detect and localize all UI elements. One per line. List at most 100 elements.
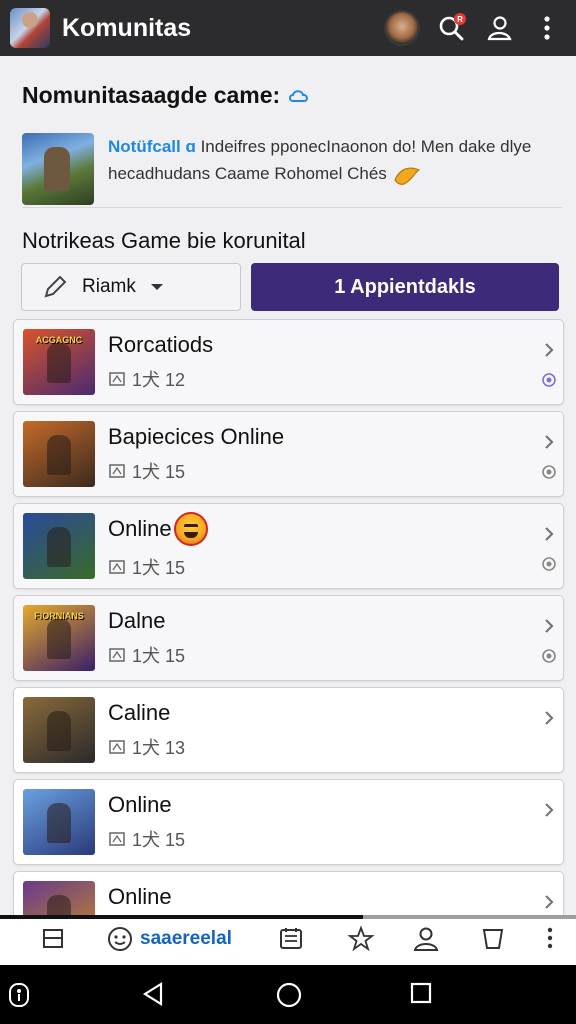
tag-icon [109, 560, 125, 574]
tag-icon [109, 648, 125, 662]
notification-heading: Nomunitasaagde came: [22, 82, 554, 109]
notification-section: Nomunitasaagde came: Notüfcall ɑ Indeifr… [0, 56, 576, 206]
game-title: Rorcatiods [108, 332, 213, 358]
notification-heading-text: Nomunitasaagde came: [22, 82, 281, 108]
game-meta: 1犬 15 [108, 554, 208, 580]
chevron-right-icon[interactable] [543, 618, 555, 639]
notification-badge: R [454, 13, 466, 25]
game-meta-text: 1犬 13 [132, 738, 186, 758]
notification-sender[interactable]: Notüfcall ɑ [108, 137, 196, 156]
notification-body: Notüfcall ɑ Indeifres pponecInaonon do! … [108, 133, 531, 205]
game-thumbnail [23, 421, 95, 487]
profile-avatar[interactable] [384, 10, 420, 46]
game-list-item[interactable]: Online 1犬 15 [13, 779, 564, 865]
game-meta-text: 1犬 15 [132, 462, 186, 482]
recents-button[interactable] [409, 981, 433, 1010]
chevron-right-icon[interactable] [543, 526, 555, 547]
notification-thumbnail [22, 133, 94, 205]
game-list-item[interactable]: FIORNIANS Dalne 1犬 15 [13, 595, 564, 681]
game-thumbnail: FIORNIANS [23, 605, 95, 671]
chevron-right-icon[interactable] [543, 710, 555, 731]
game-meta: 1犬 13 [108, 734, 185, 760]
game-list-item[interactable]: Bapiecices Online 1犬 15 [13, 411, 564, 497]
nav-favorites-button[interactable] [347, 925, 375, 953]
game-thumbnail-text: ACGAGNC [35, 335, 83, 345]
appbar-actions: R [384, 10, 564, 46]
chevron-right-icon[interactable] [543, 342, 555, 363]
more-options-button[interactable] [530, 11, 564, 45]
game-title-text: Online [108, 516, 172, 541]
game-title-text: Online [108, 792, 172, 817]
game-thumbnail: ACGAGNC [23, 329, 95, 395]
game-meta-text: 1犬 15 [132, 558, 186, 578]
home-icon [276, 982, 302, 1008]
game-title-text: Dalne [108, 608, 166, 633]
eye-icon[interactable] [541, 372, 557, 393]
game-info: Online 1犬 15 [108, 512, 208, 580]
filter-dropdown[interactable]: Riamk [21, 263, 241, 311]
notification-text-2: hecadhudans Caame Rohomel Chés [108, 164, 387, 183]
eye-icon[interactable] [541, 464, 557, 485]
game-title: Online [108, 884, 185, 910]
nav-trash-button[interactable] [480, 925, 506, 951]
back-icon [142, 982, 163, 1006]
game-title-text: Online [108, 884, 172, 909]
wave-emoji-icon [393, 167, 420, 185]
tag-icon [109, 832, 125, 846]
game-list-item[interactable]: Online 1犬 15 [13, 503, 564, 589]
user-icon [413, 927, 439, 951]
nav-active-label: saaereelal [140, 928, 232, 949]
more-vert-icon [544, 16, 550, 40]
list-heading: Notrikeas Game bie korunital [22, 228, 306, 253]
nav-list-button[interactable] [278, 925, 304, 951]
home-button[interactable] [275, 981, 303, 1014]
back-button[interactable] [141, 981, 165, 1012]
tag-icon [109, 464, 125, 478]
eye-icon[interactable] [541, 556, 557, 577]
game-info: Bapiecices Online 1犬 15 [108, 424, 284, 484]
chevron-right-icon[interactable] [543, 802, 555, 823]
user-icon [487, 16, 512, 41]
emoji-icon [173, 512, 208, 546]
game-list-item[interactable]: Caline 1犬 13 [13, 687, 564, 773]
game-info: Rorcatiods 1犬 12 [108, 332, 213, 392]
chevron-down-icon [150, 284, 163, 290]
section-divider [22, 207, 562, 208]
account-button[interactable] [482, 11, 516, 45]
chevron-right-icon[interactable] [543, 894, 555, 915]
chevron-right-icon[interactable] [543, 434, 555, 455]
tag-icon [109, 740, 125, 754]
app-bar: Komunitas R [0, 0, 576, 56]
game-title: Bapiecices Online [108, 424, 284, 450]
nav-profile-button[interactable] [412, 925, 440, 953]
filter-label: Riamk [82, 276, 136, 297]
star-icon [347, 925, 375, 952]
primary-action-button[interactable]: 1 Appientdakls [251, 263, 559, 311]
game-list-item[interactable]: ACGAGNC Rorcatiods 1犬 12 [13, 319, 564, 405]
game-meta-text: 1犬 15 [132, 646, 186, 666]
tag-icon [109, 372, 125, 386]
emoji-icon [108, 927, 132, 951]
nav-more-button[interactable] [546, 925, 554, 951]
notification-item[interactable]: Notüfcall ɑ Indeifres pponecInaonon do! … [22, 133, 554, 205]
game-title: Online [108, 792, 185, 818]
game-meta-text: 1犬 12 [132, 370, 186, 390]
list-icon [280, 928, 302, 949]
nav-grid-button[interactable] [40, 925, 66, 951]
game-thumbnail [23, 513, 95, 579]
eye-icon[interactable] [541, 648, 557, 669]
search-button[interactable]: R [434, 11, 468, 45]
scroll-progress-fill [0, 915, 363, 919]
game-list: ACGAGNC Rorcatiods 1犬 12 Bapiecices Online 1… [13, 319, 564, 963]
game-meta-text: 1犬 15 [132, 830, 186, 850]
pencil-icon [44, 275, 67, 298]
accessibility-button[interactable] [8, 981, 30, 1014]
game-info: Caline 1犬 13 [108, 700, 185, 760]
game-title-text: Caline [108, 700, 171, 725]
game-meta: 1犬 12 [108, 366, 213, 392]
game-thumbnail [23, 789, 95, 855]
game-info: Dalne 1犬 15 [108, 608, 185, 668]
nav-community-button[interactable]: saaereelal [106, 925, 232, 953]
game-title: Caline [108, 700, 185, 726]
game-title: Dalne [108, 608, 185, 634]
